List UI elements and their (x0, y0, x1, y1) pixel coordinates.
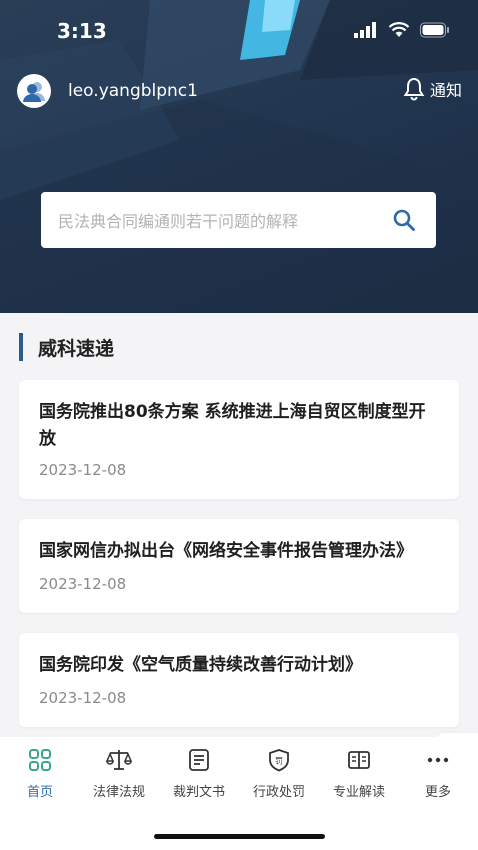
scales-icon (106, 750, 132, 770)
search-icon (393, 209, 415, 231)
status-time: 3:13 (57, 19, 107, 43)
status-icons (354, 22, 450, 38)
news-date: 2023-12-08 (39, 575, 127, 593)
tab-more[interactable]: 更多 (398, 747, 478, 800)
status-bar: 3:13 (0, 0, 478, 60)
news-date: 2023-12-08 (39, 461, 127, 479)
news-title[interactable]: 国务院推出80条方案 系统推进上海自贸区制度型开放 (39, 399, 439, 453)
username[interactable]: leo.yangblpnc1 (68, 81, 198, 101)
hero-banner: 3:13 leo.yangblpnc1 通知 民法典合同编通则若干问题的解释 (0, 0, 478, 313)
notice-button[interactable]: 通知 (403, 77, 462, 101)
tab-penalties[interactable]: 罚 行政处罚 (239, 747, 319, 800)
bell-icon (403, 77, 425, 101)
news-title[interactable]: 国务院印发《空气质量持续改善行动计划》 (39, 652, 439, 679)
svg-text:罚: 罚 (275, 757, 283, 766)
notice-label: 通知 (429, 81, 462, 100)
news-date: 2023-12-08 (39, 689, 127, 707)
battery-icon (420, 22, 449, 38)
section-accent-bar (19, 333, 23, 361)
signal-icon (354, 22, 376, 38)
tab-label: 专业解读 (332, 785, 385, 800)
section-title: 威科速递 (38, 337, 115, 360)
search-input[interactable]: 民法典合同编通则若干问题的解释 (58, 208, 382, 232)
tab-label: 裁判文书 (172, 785, 225, 800)
open-book-icon (348, 751, 370, 769)
section-header: 威科速递 (19, 333, 114, 361)
search-box[interactable]: 民法典合同编通则若干问题的解释 (41, 192, 436, 248)
tab-label: 更多 (424, 785, 451, 800)
tab-interpretation[interactable]: 专业解读 (319, 747, 399, 800)
penalty-shield-icon: 罚 (269, 749, 289, 772)
tab-label: 法律法规 (92, 785, 145, 800)
news-title[interactable]: 国家网信办拟出台《网络安全事件报告管理办法》 (39, 538, 439, 565)
news-card[interactable]: 国务院印发《空气质量持续改善行动计划》 2023-12-08 (19, 633, 459, 727)
tab-judgments[interactable]: 裁判文书 (159, 747, 239, 800)
tab-label: 首页 (26, 785, 53, 800)
news-card[interactable]: 国务院推出80条方案 系统推进上海自贸区制度型开放 2023-12-08 (19, 380, 459, 499)
more-dots-icon (427, 757, 449, 763)
user-group-icon (23, 82, 45, 102)
wifi-icon (388, 22, 410, 37)
tab-home[interactable]: 首页 (0, 747, 80, 800)
tab-laws[interactable]: 法律法规 (79, 747, 159, 800)
user-profile[interactable]: leo.yangblpnc1 (17, 74, 198, 108)
news-card[interactable]: 国家网信办拟出台《网络安全事件报告管理办法》 2023-12-08 (19, 519, 459, 613)
tab-label: 行政处罚 (252, 785, 305, 800)
avatar[interactable] (17, 74, 51, 108)
home-grid-icon (29, 749, 51, 771)
search-button[interactable] (382, 198, 426, 242)
home-indicator (154, 834, 325, 839)
document-icon (189, 749, 209, 771)
